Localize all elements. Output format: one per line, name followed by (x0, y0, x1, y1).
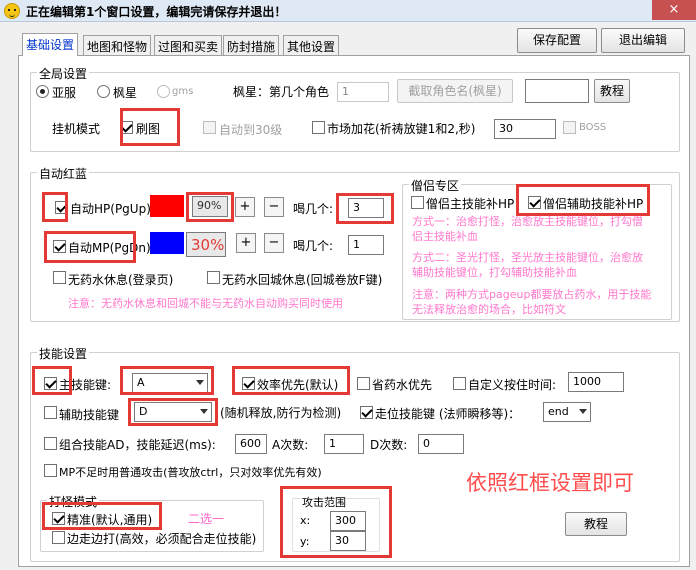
server-fengxing-radio[interactable] (97, 85, 110, 98)
priest-method2-line2: 辅助技能键位，打勾辅助技能补血 (412, 266, 577, 279)
custom-interval-input[interactable]: 1000 (568, 372, 624, 392)
highlight-efficiency (232, 366, 350, 395)
mp-drink-label: 喝几个: (293, 239, 334, 253)
move-skill-value: end (548, 405, 569, 418)
tab-map-trade[interactable]: 过图和买卖 (154, 35, 223, 55)
mp-normal-attack-checkbox[interactable] (44, 464, 57, 477)
group-title: 技能设置 (37, 345, 90, 362)
tab-basic[interactable]: 基础设置 (22, 33, 79, 56)
server-gms-radio[interactable] (157, 85, 170, 98)
highlight-assist-select (128, 398, 218, 426)
highlight-hp-percent (186, 192, 234, 222)
highlight-main-select (120, 366, 214, 395)
save-potion-label: 省药水优先 (372, 378, 433, 392)
no-potion-town-label: 无药水回城休息(回城卷放F键) (222, 273, 383, 287)
server-fengxing-label: 枫星 (113, 86, 138, 100)
boss-label: BOSS (579, 122, 607, 133)
window-title: 正在编辑第1个窗口设置，编辑完请保存并退出！ (26, 5, 287, 19)
highlight-attack-range (280, 486, 392, 558)
priest-main-skill-checkbox[interactable] (411, 196, 424, 209)
group-title: 僧侣专区 (409, 177, 462, 194)
highlight-hp-count (336, 193, 394, 224)
group-title: 全局设置 (37, 65, 90, 82)
tab-map-monster[interactable]: 地图和怪物 (83, 35, 152, 55)
priest-method3-line1: 注意：两种方式pageup都要放占药水，用于技能 (412, 288, 652, 301)
boss-checkbox[interactable] (563, 121, 576, 134)
edge-mode-checkbox[interactable] (52, 531, 65, 544)
close-button[interactable]: × (652, 0, 696, 20)
hp-color-swatch[interactable] (150, 195, 184, 217)
mp-plus-button[interactable]: + (236, 233, 256, 253)
save-config-button[interactable]: 保存配置 (517, 28, 597, 53)
choose-one-note: 二选一 (188, 512, 225, 526)
mp-normal-attack-label: MP不足时用普通攻击(普攻放ctrl，只对效率优先有效) (59, 466, 322, 479)
tutorial-button-bottom[interactable]: 教程 (565, 512, 627, 536)
move-skill-select[interactable]: end (543, 402, 591, 422)
custom-interval-label: 自定义按住时间: (468, 378, 557, 392)
no-potion-town-checkbox[interactable] (207, 271, 220, 284)
server-yafu-radio[interactable] (36, 85, 49, 98)
highlight-brush-map (120, 108, 180, 146)
auto-30-label: 自动到30级 (219, 123, 283, 137)
priest-main-skill-label: 僧侣主技能补HP (426, 197, 515, 211)
auto-potion-note: 注意：无药水休息和回城不能与无药水自动购买同时使用 (68, 297, 343, 310)
highlight-auto-hp (42, 192, 68, 222)
tutorial-button-top[interactable]: 教程 (594, 79, 630, 103)
hp-minus-button[interactable]: − (264, 197, 284, 217)
priest-method1-line2: 侣主技能补血 (412, 230, 478, 243)
market-seconds-input[interactable]: 30 (494, 119, 556, 139)
combo-skill-label: 组合技能AD，技能延迟(ms): (59, 438, 216, 452)
tab-anti-ban[interactable]: 防封措施 (223, 35, 280, 55)
no-potion-rest-checkbox[interactable] (53, 271, 66, 284)
server-gms-label: gms (172, 86, 194, 97)
custom-interval-checkbox[interactable] (453, 377, 466, 390)
highlight-main-skill (32, 366, 72, 395)
hp-drink-label: 喝几个: (293, 202, 334, 216)
chevron-down-icon (579, 409, 587, 414)
highlight-priest-assist (516, 184, 650, 216)
fetch-role-name-button[interactable]: 截取角色名(枫星) (397, 79, 513, 103)
group-title: 自动红蓝 (37, 165, 90, 182)
hp-plus-button[interactable]: + (235, 197, 255, 217)
title-bar: 正在编辑第1个窗口设置，编辑完请保存并退出！ × (0, 0, 696, 22)
exit-edit-button[interactable]: 退出编辑 (601, 28, 685, 53)
a-times-label: A次数: (272, 438, 309, 452)
role-index-input[interactable]: 1 (337, 82, 389, 102)
assist-skill-label: 辅助技能键 (59, 408, 120, 422)
random-release-note: (随机释放,防行为检测) (220, 406, 342, 420)
mp-color-swatch[interactable] (150, 232, 184, 254)
save-potion-checkbox[interactable] (357, 377, 370, 390)
move-skill-checkbox[interactable] (360, 406, 373, 419)
mp-minus-button[interactable]: − (264, 233, 284, 253)
priest-method2-line1: 方式二：圣光打怪，圣光放主技能键位，治愈放 (412, 251, 643, 264)
role-name-input[interactable] (525, 79, 589, 103)
settings-hint: 依照红框设置即可 (466, 471, 634, 495)
mp-count-input[interactable]: 1 (348, 235, 384, 255)
tab-other[interactable]: 其他设置 (283, 35, 340, 55)
d-times-label: D次数: (370, 438, 408, 452)
market-flower-checkbox[interactable] (312, 121, 325, 134)
smiley-icon (4, 3, 20, 19)
d-times-input[interactable]: 0 (418, 434, 464, 454)
auto-30-checkbox[interactable] (203, 121, 216, 134)
mp-percent-slider[interactable]: 30% (186, 232, 226, 257)
edge-mode-label: 边走边打(高效，必须配合走位技能) (67, 532, 257, 546)
move-skill-label: 走位技能键 (法师瞬移等)： (375, 407, 521, 421)
server-yafu-label: 亚服 (52, 86, 77, 100)
assist-skill-checkbox[interactable] (44, 406, 57, 419)
no-potion-rest-label: 无药水休息(登录页) (68, 273, 174, 287)
combo-skill-checkbox[interactable] (44, 437, 57, 450)
hang-mode-label: 挂机模式 (52, 122, 101, 136)
a-times-input[interactable]: 1 (324, 434, 364, 454)
priest-method1-line1: 方式一：治愈打怪，治愈放主技能键位，打勾僧 (412, 215, 643, 228)
combo-delay-input[interactable]: 600 (235, 434, 267, 454)
market-flower-label: 市场加花(祈祷放键1和2,秒) (327, 122, 476, 136)
priest-method3-line2: 无法释放治愈的场合，比如符文 (412, 303, 566, 316)
auto-hp-label: 自动HP(PgUp) (70, 202, 151, 216)
highlight-auto-mp (44, 231, 136, 263)
highlight-precise-mode (42, 502, 162, 530)
app-window: 正在编辑第1个窗口设置，编辑完请保存并退出！ × 基础设置 地图和怪物 过图和买… (0, 0, 696, 570)
role-index-label: 枫星：第几个角色 (233, 85, 330, 99)
